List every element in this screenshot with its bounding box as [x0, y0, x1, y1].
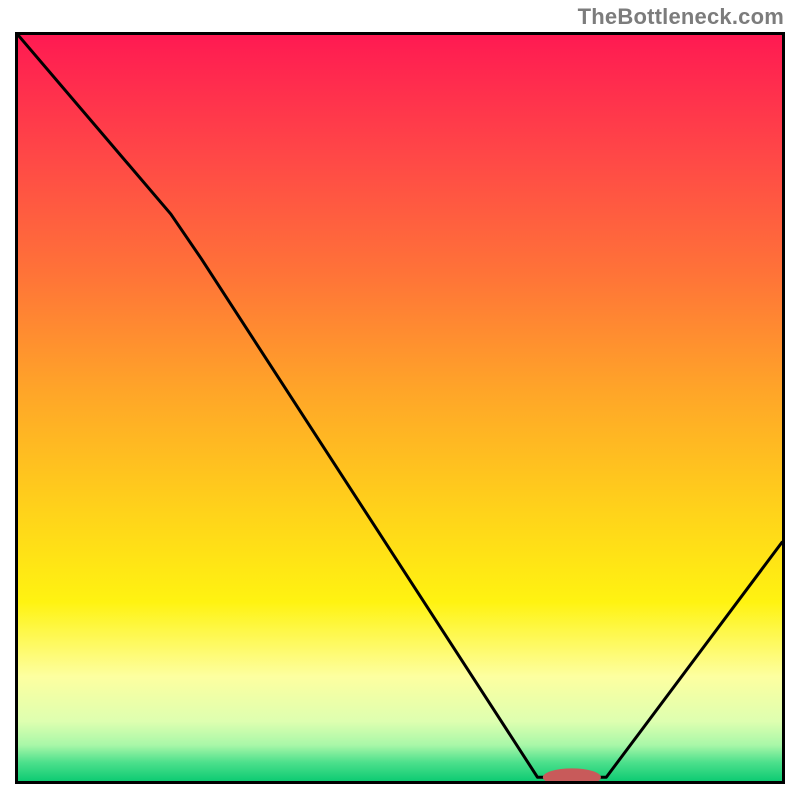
chart-frame: TheBottleneck.com: [0, 0, 800, 800]
gradient-background: [18, 35, 782, 781]
attribution-text: TheBottleneck.com: [578, 4, 784, 30]
plot-area: [15, 32, 785, 784]
chart-svg: [18, 35, 782, 781]
